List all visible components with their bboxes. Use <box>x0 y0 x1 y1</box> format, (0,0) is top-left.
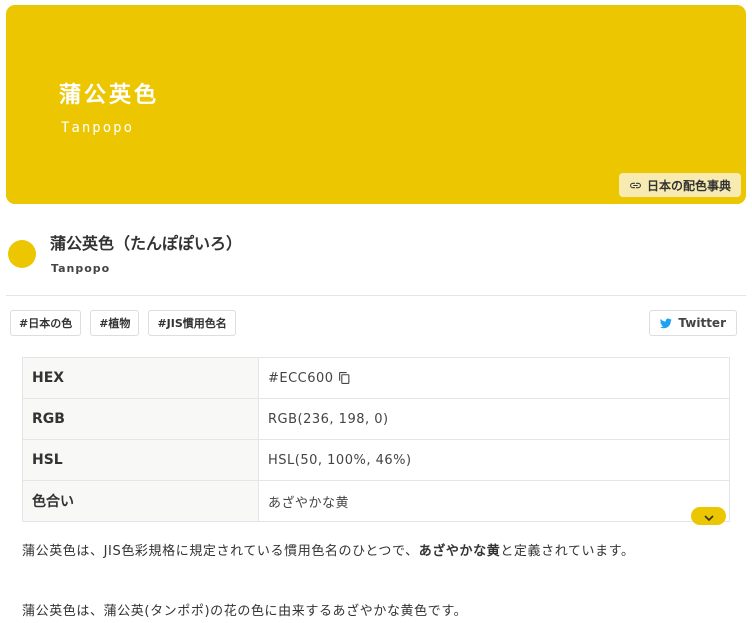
description-paragraph: 蒲公英色は、蒲公英(タンポポ)の花の色に由来するあざやかな黄色です。 <box>22 604 468 619</box>
table-row: 色合い あざやかな黄 <box>23 480 729 521</box>
description-text: と定義されています。 <box>500 544 635 559</box>
dictionary-link-label: 日本の配色事典 <box>646 178 731 193</box>
tag-plants[interactable]: #植物 <box>90 310 140 336</box>
link-icon <box>629 179 642 192</box>
table-value-cell: あざやかな黄 <box>268 495 350 511</box>
table-header-cell: HSL <box>23 440 259 480</box>
page-title: 蒲公英色（たんぽぽいろ） <box>50 234 243 253</box>
table-row: HSL HSL(50, 100%, 46%) <box>23 439 729 480</box>
table-value-cell: #ECC600 <box>259 358 729 398</box>
table-row: RGB RGB(236, 198, 0) <box>23 398 729 439</box>
twitter-share-button[interactable]: Twitter <box>649 310 737 336</box>
hero-color-romaji: Tanpopo <box>61 120 135 136</box>
color-hero-banner: 蒲公英色 Tanpopo 日本の配色事典 <box>6 5 746 204</box>
table-header-cell: HEX <box>23 358 259 398</box>
twitter-icon <box>660 317 673 329</box>
table-header-cell: 色合い <box>23 481 259 521</box>
expand-table-button[interactable] <box>691 507 726 525</box>
tag-japanese-colors[interactable]: #日本の色 <box>10 310 82 336</box>
hex-value: #ECC600 <box>268 370 334 386</box>
description-emphasis: あざやかな黄 <box>418 544 501 559</box>
table-value-cell: RGB(236, 198, 0) <box>268 411 389 427</box>
chevron-down-icon <box>703 507 714 526</box>
table-row: HEX #ECC600 <box>23 358 729 398</box>
description-text: 蒲公英色は、JIS色彩規格に規定されている慣用色名のひとつで、 <box>22 544 419 559</box>
table-header-cell: RGB <box>23 399 259 439</box>
page-subtitle: Tanpopo <box>51 262 111 275</box>
copy-icon[interactable] <box>338 371 351 385</box>
color-swatch-dot <box>8 240 36 268</box>
table-value-cell: HSL(50, 100%, 46%) <box>268 452 412 468</box>
description-paragraph: 蒲公英色は、JIS色彩規格に規定されている慣用色名のひとつで、あざやかな黄と定義… <box>22 540 635 559</box>
dictionary-link-button[interactable]: 日本の配色事典 <box>618 173 741 197</box>
color-values-table: HEX #ECC600 RGB RGB(236, 198, 0) HSL HSL… <box>22 357 730 522</box>
tag-jis-color-names[interactable]: #JIS慣用色名 <box>148 310 236 336</box>
tag-list: #日本の色 #植物 #JIS慣用色名 <box>10 310 236 336</box>
twitter-share-label: Twitter <box>678 316 726 330</box>
hero-color-name: 蒲公英色 <box>59 83 160 108</box>
divider <box>6 295 746 296</box>
